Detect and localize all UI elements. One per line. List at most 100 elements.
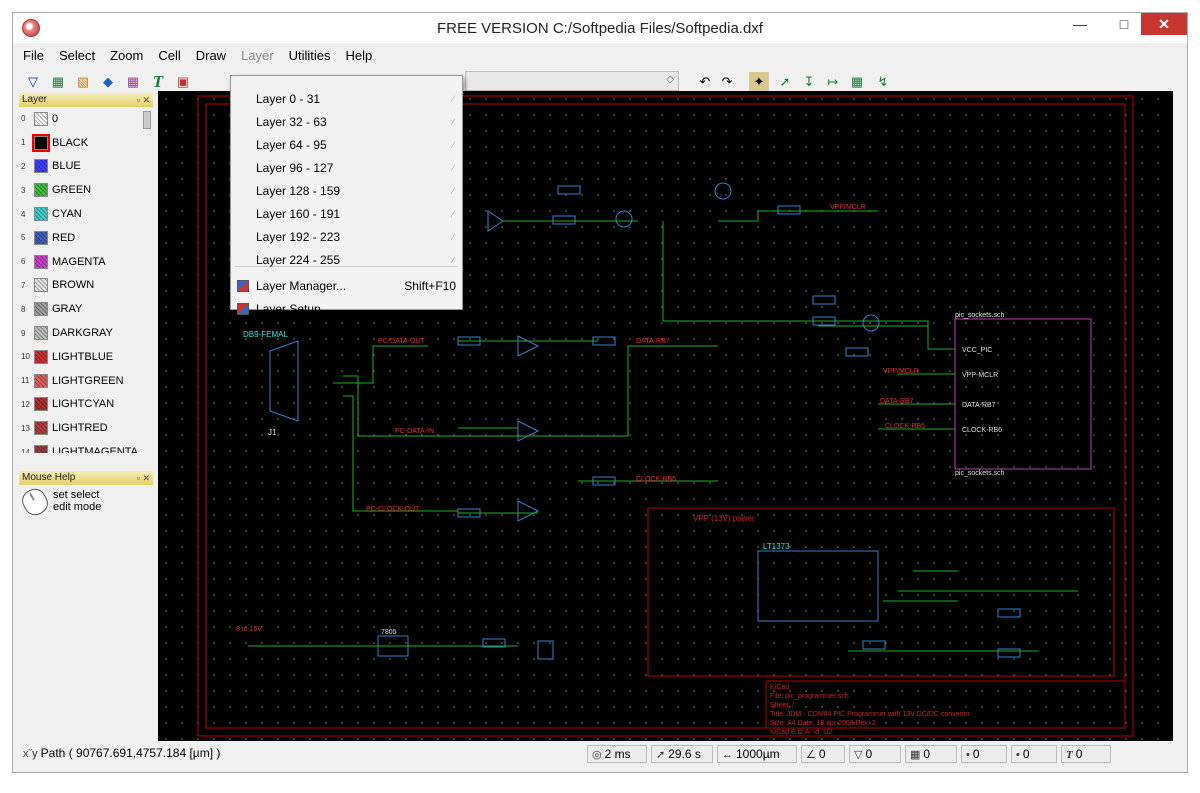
layer-palette-icon[interactable]: ▣ <box>173 72 193 92</box>
layer-row[interactable]: 9 DARKGRAY <box>19 321 153 345</box>
layer-row[interactable]: 6 MAGENTA <box>19 250 153 274</box>
undo-icon[interactable]: ↶ <box>695 72 715 92</box>
angle-icon: ∠ <box>806 749 816 761</box>
layer-color-swatch[interactable] <box>34 278 48 293</box>
regulator-label: 7805 <box>381 629 397 636</box>
dot-icon: • <box>966 749 970 761</box>
select-triangle-icon[interactable]: ▽ <box>23 72 43 92</box>
layer-row[interactable]: 14 LIGHTMAGENTA <box>19 440 153 453</box>
menu-help[interactable]: Help <box>346 48 373 63</box>
menu-cell[interactable]: Cell <box>158 48 180 63</box>
layer-setup-item[interactable]: Layer Setup <box>231 298 462 321</box>
layer-row[interactable]: 1 BLACK <box>19 131 153 155</box>
layer-color-swatch[interactable] <box>34 302 48 317</box>
layer-color-swatch[interactable] <box>34 254 48 269</box>
layer-list-scrollbar[interactable] <box>143 111 151 129</box>
net-label-clock-rb6-2: CLOCK-RB6 <box>885 423 925 430</box>
close-icon[interactable]: ✕ <box>1141 13 1187 35</box>
snap-mid-icon[interactable]: ↧ <box>799 72 819 92</box>
menu-select[interactable]: Select <box>59 48 95 63</box>
layer-range-item[interactable]: Layer 192 - 223 ∕ <box>231 226 462 249</box>
layer-row[interactable]: 13 LIGHTRED <box>19 416 153 440</box>
title-block-line-1: File: pic_programmer.sch <box>770 693 849 700</box>
layer-color-swatch[interactable] <box>34 445 48 453</box>
panel-controls-icon[interactable]: ▫ ✕ <box>137 93 150 107</box>
mouse-icon <box>18 484 52 520</box>
grid-icon[interactable]: ▦ <box>123 72 143 92</box>
layer-row[interactable]: 4 CYAN <box>19 202 153 226</box>
menu-utilities[interactable]: Utilities <box>289 48 331 63</box>
status-count-6-text: 0 <box>1075 747 1083 761</box>
layer-name: MAGENTA <box>52 255 106 268</box>
minimize-icon[interactable]: — <box>1065 13 1095 35</box>
status-count-3: ▦ 0 <box>905 745 957 763</box>
layer-row[interactable]: 7 BROWN <box>19 274 153 298</box>
layer-range-item[interactable]: Layer 96 - 127 ∕ <box>231 157 462 180</box>
snap-intersect-icon[interactable]: ↦ <box>823 72 843 92</box>
layer-row[interactable]: 2 BLUE <box>19 155 153 179</box>
layer-index: 11 <box>21 376 30 386</box>
layer-range-item[interactable]: Layer 128 - 159 ∕ <box>231 180 462 203</box>
layer-row[interactable]: 11 LIGHTGREEN <box>19 369 153 393</box>
layer-color-swatch[interactable] <box>34 183 48 198</box>
layer-menu: Layer Manager... Shift+F10 Layer Setup L… <box>230 75 463 316</box>
layer-index: 2 <box>21 161 26 171</box>
layer-color-swatch[interactable] <box>34 159 48 174</box>
net-label-clock-rb6: CLOCK-RB6 <box>636 476 676 483</box>
layer-range-item[interactable]: Layer 32 - 63 ∕ <box>231 111 462 134</box>
layer-panel: Layer ▫ ✕ 0 0 1 BLACK 2 BLUE 3 GREEN 4 CYAN 5 RED 6 M… <box>19 93 153 453</box>
layer-range-item[interactable]: Layer 64 - 95 ∕ <box>231 134 462 157</box>
layer-color-swatch[interactable] <box>34 326 48 341</box>
layer-row[interactable]: 5 RED <box>19 226 153 250</box>
snap-perp-icon[interactable]: ↯ <box>873 72 893 92</box>
mouse-help-controls-icon[interactable]: ▫ ✕ <box>137 471 150 485</box>
redo-icon[interactable]: ↷ <box>717 72 737 92</box>
layer-range-item[interactable]: Layer 160 - 191 ∕ <box>231 203 462 226</box>
layer-color-swatch[interactable] <box>34 230 48 245</box>
layer-row[interactable]: 10 LIGHTBLUE <box>19 345 153 369</box>
text-icon[interactable]: T <box>148 72 168 92</box>
layer-row[interactable]: 3 GREEN <box>19 178 153 202</box>
layer-name: LIGHTGREEN <box>52 374 124 387</box>
layer-name: BLUE <box>52 160 81 173</box>
toolbar-combo[interactable] <box>465 71 679 91</box>
submenu-arrow-icon: ∕ <box>452 117 454 127</box>
layer-color-swatch[interactable] <box>34 207 48 222</box>
layer-index: 8 <box>21 304 26 314</box>
layer-color-swatch[interactable] <box>34 397 48 412</box>
supply-label: 8 to 15V <box>236 626 262 633</box>
layer-row[interactable]: 12 LIGHTCYAN <box>19 393 153 417</box>
status-bar: xˇy Path ( 90767.691,4757.184 [µm] ) ◎ 2 m… <box>13 742 1187 766</box>
layer-color-swatch[interactable] <box>34 373 48 388</box>
title-block-line-5: KiCad E.D.A. Id: 1/2 <box>770 729 833 736</box>
menu-layer[interactable]: Layer <box>241 48 274 63</box>
layer-manager-shortcut: Shift+F10 <box>404 279 456 293</box>
layer-color-swatch[interactable] <box>34 349 48 364</box>
shapes-icon[interactable]: ◆ <box>98 72 118 92</box>
status-grid: ↔ 1000µm <box>717 745 797 763</box>
maximize-icon[interactable]: □ <box>1109 13 1139 35</box>
layer-manager-item[interactable]: Layer Manager... Shift+F10 <box>231 275 462 298</box>
layer-index: 14 <box>21 447 30 453</box>
layer-range-item[interactable]: Layer 224 - 255 ∕ <box>231 249 462 272</box>
layer-color-swatch[interactable] <box>34 421 48 436</box>
menu-draw[interactable]: Draw <box>196 48 226 63</box>
layer-row[interactable]: 8 GRAY <box>19 297 153 321</box>
status-count-1: ∠ 0 <box>801 745 845 763</box>
snap-end-icon[interactable]: ➚ <box>775 72 795 92</box>
menu-file[interactable]: File <box>23 48 44 63</box>
menu-zoom[interactable]: Zoom <box>110 48 143 63</box>
layer-row[interactable]: 00 <box>19 107 153 131</box>
layer-range-item[interactable]: Layer 0 - 31 ∕ <box>231 88 462 111</box>
snap-grid-icon[interactable]: ▦ <box>847 72 867 92</box>
hatch-orange-icon[interactable]: ▧ <box>73 72 93 92</box>
lt1373-label: LT1373 <box>763 542 790 551</box>
menu-bar: File Select Zoom Cell Draw Layer Utiliti… <box>13 44 1187 66</box>
status-count-2: ▽ 0 <box>849 745 901 763</box>
status-count-3-text: 0 <box>923 747 931 761</box>
hatch-fill-icon[interactable]: ▦ <box>48 72 68 92</box>
layer-color-swatch[interactable] <box>32 133 50 152</box>
app-window: FREE VERSION C:/Softpedia Files/Softpedi… <box>12 12 1188 773</box>
snap-point-icon[interactable]: ✦ <box>749 72 769 92</box>
layer-color-swatch[interactable] <box>34 111 48 126</box>
